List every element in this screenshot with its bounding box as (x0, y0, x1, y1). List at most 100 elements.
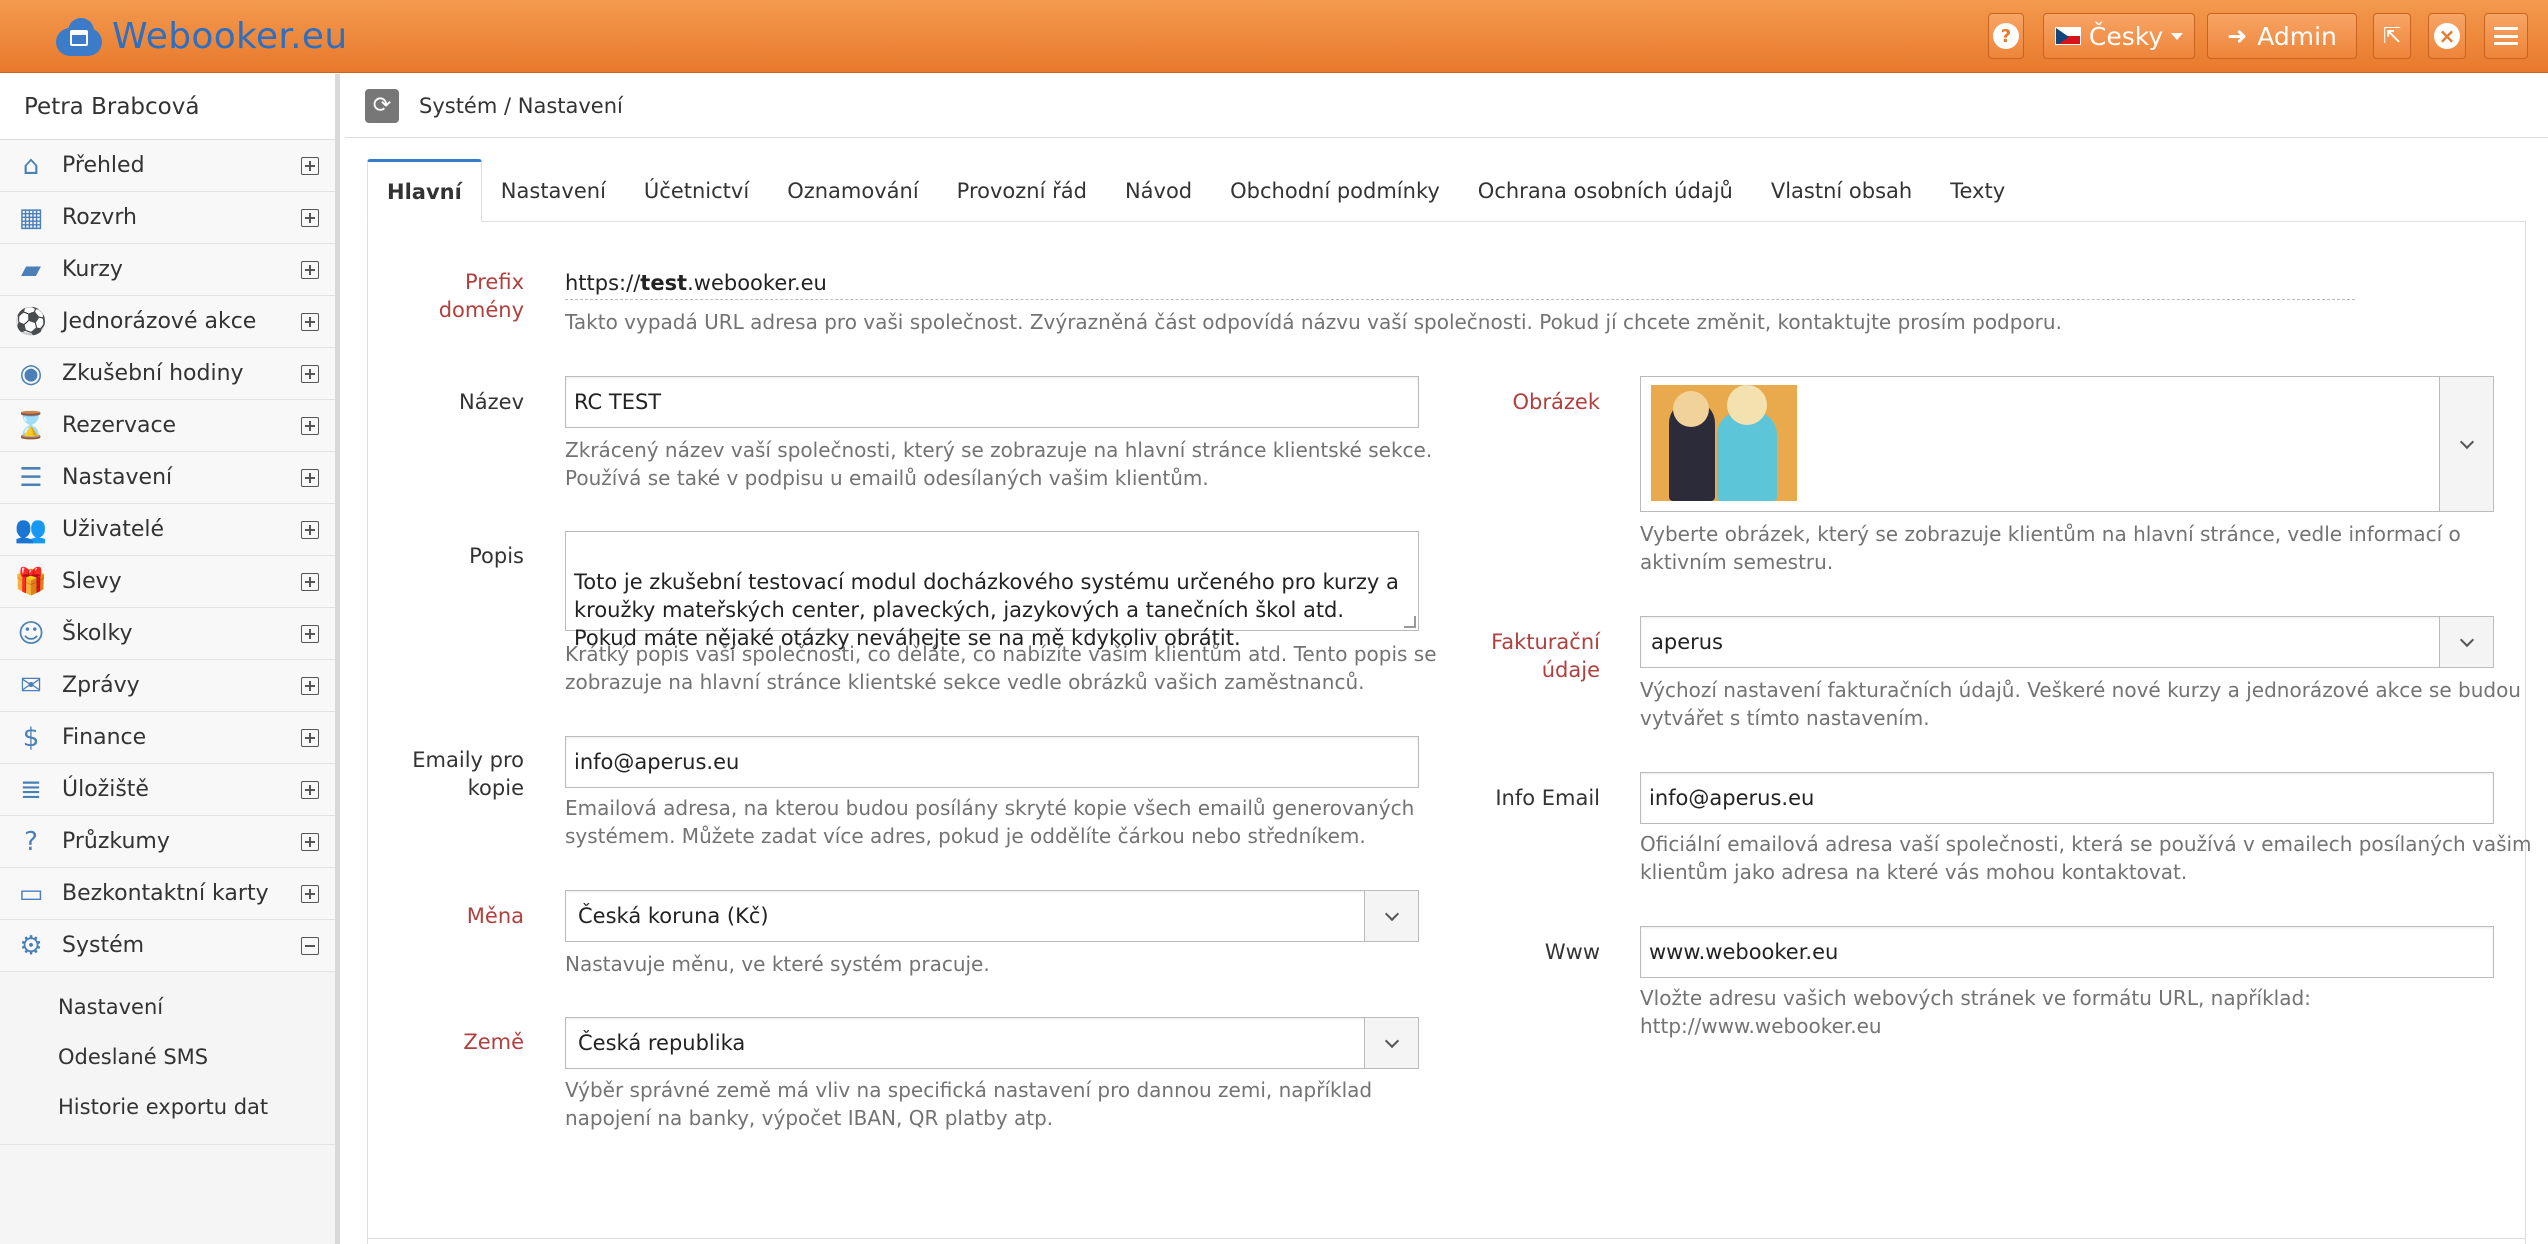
envelope-icon: ✉ (20, 670, 42, 701)
sidebar-item-label: Úložiště (62, 777, 149, 802)
sidebar-item-label: Kurzy (62, 257, 123, 282)
sidebar-item-13[interactable]: ? Průzkumy (0, 816, 335, 868)
zeme-help-line1: Výběr správné země má vliv na specifická… (565, 1078, 1373, 1102)
emaily-input[interactable]: info@aperus.eu (565, 736, 1419, 788)
admin-label: Admin (2257, 21, 2337, 51)
expand-icon[interactable] (301, 521, 319, 539)
sidebar-item-label: Finance (62, 725, 147, 750)
sidebar-item-10[interactable]: ✉ Zprávy (0, 660, 335, 712)
nazev-input[interactable]: RC TEST (565, 376, 1419, 428)
mena-dropdown-button[interactable] (1364, 891, 1418, 941)
mena-help: Nastavuje měnu, ve které systém pracuje. (565, 952, 990, 976)
help-button[interactable]: ? (1988, 13, 2024, 59)
popis-help: Krátký popis vaší společnosti, co děláte… (565, 640, 1437, 696)
sidebar-subitem-nastaveni[interactable]: Nastavení (0, 982, 335, 1032)
emaily-help: Emailová adresa, na kterou budou posílán… (565, 794, 1414, 850)
expand-icon[interactable] (301, 573, 319, 591)
obrazek-dropdown-button[interactable] (2439, 377, 2493, 511)
info-email-help-line1: Oficiální emailová adresa vaší společnos… (1640, 832, 2532, 856)
sidebar-item-14[interactable]: ▭ Bezkontaktní karty (0, 868, 335, 920)
sidebar-item-5[interactable]: ⌛ Rezervace (0, 400, 335, 452)
www-help-line2: http://www.webooker.eu (1640, 1014, 1882, 1038)
sidebar-item-6[interactable]: ☰ Nastavení (0, 452, 335, 504)
expand-icon[interactable] (301, 625, 319, 643)
expand-icon[interactable] (301, 677, 319, 695)
nazev-help-line2: Používá se také v podpisu u emailů odesí… (565, 466, 1209, 490)
sidebar-item-label: Školky (62, 621, 133, 646)
tab-9[interactable]: Texty (1931, 160, 2024, 221)
logo[interactable]: Webooker.eu (52, 8, 347, 64)
selected-image-thumbnail (1651, 385, 1797, 501)
external-link-button[interactable]: ⇱ (2373, 13, 2411, 59)
sidebar-item-1[interactable]: ▦ Rozvrh (0, 192, 335, 244)
expand-icon[interactable] (301, 781, 319, 799)
tab-2[interactable]: Účetnictví (625, 160, 768, 221)
obrazek-label: Obrázek (1512, 390, 1600, 414)
sidebar-item-7[interactable]: 👥 Uživatelé (0, 504, 335, 556)
popis-textarea[interactable]: Toto je zkušební testovací modul docházk… (565, 531, 1419, 650)
expand-icon[interactable] (301, 157, 319, 175)
caret-down-icon (2171, 32, 2184, 40)
expand-icon[interactable] (301, 365, 319, 383)
tab-5[interactable]: Návod (1106, 160, 1211, 221)
expand-icon[interactable] (301, 729, 319, 747)
info-email-help-line2: klientům jako adresa na které vás mohou … (1640, 860, 2188, 884)
tab-1[interactable]: Nastavení (482, 160, 625, 221)
eye-icon: ◉ (19, 358, 43, 389)
zeme-value: Česká republika (578, 1031, 746, 1055)
fakturacni-dropdown-button[interactable] (2439, 617, 2493, 667)
close-button[interactable]: × (2428, 13, 2466, 59)
collapse-icon[interactable] (301, 937, 319, 955)
zeme-dropdown-button[interactable] (1364, 1018, 1418, 1068)
tab-8[interactable]: Vlastní obsah (1752, 160, 1931, 221)
expand-icon[interactable] (301, 885, 319, 903)
list-icon: ☰ (19, 462, 43, 493)
sidebar-subitem-odeslane-sms[interactable]: Odeslané SMS (0, 1032, 335, 1082)
sidebar-item-8[interactable]: 🎁 Slevy (0, 556, 335, 608)
www-help: Vložte adresu vašich webových stránek ve… (1640, 984, 2311, 1040)
sidebar-item-0[interactable]: ⌂ Přehled (0, 140, 335, 192)
expand-icon[interactable] (301, 417, 319, 435)
info-email-input[interactable]: info@aperus.eu (1640, 772, 2494, 824)
sidebar-subitem-historie-exportu[interactable]: Historie exportu dat (0, 1082, 335, 1132)
zeme-select[interactable]: Česká republika (565, 1017, 1419, 1069)
sidebar-item-12[interactable]: ≣ Úložiště (0, 764, 335, 816)
expand-icon[interactable] (301, 261, 319, 279)
sidebar-item-3[interactable]: ⚽ Jednorázové akce (0, 296, 335, 348)
language-dropdown[interactable]: Česky (2043, 13, 2195, 59)
expand-icon[interactable] (301, 209, 319, 227)
expand-icon[interactable] (301, 313, 319, 331)
fakturacni-select[interactable]: aperus (1640, 616, 2494, 668)
www-input[interactable]: www.webooker.eu (1640, 926, 2494, 978)
czech-flag-icon (2054, 27, 2081, 45)
obrazek-help: Vyberte obrázek, který se zobrazuje klie… (1640, 520, 2461, 576)
sidebar-item-9[interactable]: ☺ Školky (0, 608, 335, 660)
mena-value: Česká koruna (Kč) (578, 904, 769, 928)
obrazek-select[interactable] (1640, 376, 2494, 512)
refresh-icon[interactable]: ⟳ (365, 88, 399, 123)
tab-3[interactable]: Oznamování (768, 160, 937, 221)
ball-icon: ⚽ (14, 306, 48, 337)
nazev-label: Název (459, 390, 524, 414)
tab-0[interactable]: Hlavní (367, 159, 482, 222)
mena-select[interactable]: Česká koruna (Kč) (565, 890, 1419, 942)
popis-help-line2: zobrazuje na hlavní stránce klientské se… (565, 670, 1365, 694)
sidebar-item-11[interactable]: $ Finance (0, 712, 335, 764)
sidebar-item-label: Průzkumy (62, 829, 170, 854)
expand-icon[interactable] (301, 833, 319, 851)
tab-6[interactable]: Obchodní podmínky (1211, 160, 1459, 221)
sidebar-item-label: Uživatelé (62, 517, 165, 542)
resize-handle-icon[interactable] (1404, 616, 1416, 628)
menu-button[interactable] (2484, 13, 2528, 59)
emaily-label: Emaily pro kopie (410, 746, 524, 802)
expand-icon[interactable] (301, 469, 319, 487)
admin-button[interactable]: ➜ Admin (2207, 13, 2357, 59)
sidebar-item-15[interactable]: ⚙ Systém (0, 920, 335, 972)
popis-label: Popis (469, 544, 524, 568)
prefix-label-line1: Prefix (464, 270, 524, 294)
sidebar-item-2[interactable]: ▰ Kurzy (0, 244, 335, 296)
database-icon: ≣ (20, 774, 42, 805)
tab-7[interactable]: Ochrana osobních údajů (1459, 160, 1752, 221)
sidebar-item-4[interactable]: ◉ Zkušební hodiny (0, 348, 335, 400)
tab-4[interactable]: Provozní řád (938, 160, 1106, 221)
